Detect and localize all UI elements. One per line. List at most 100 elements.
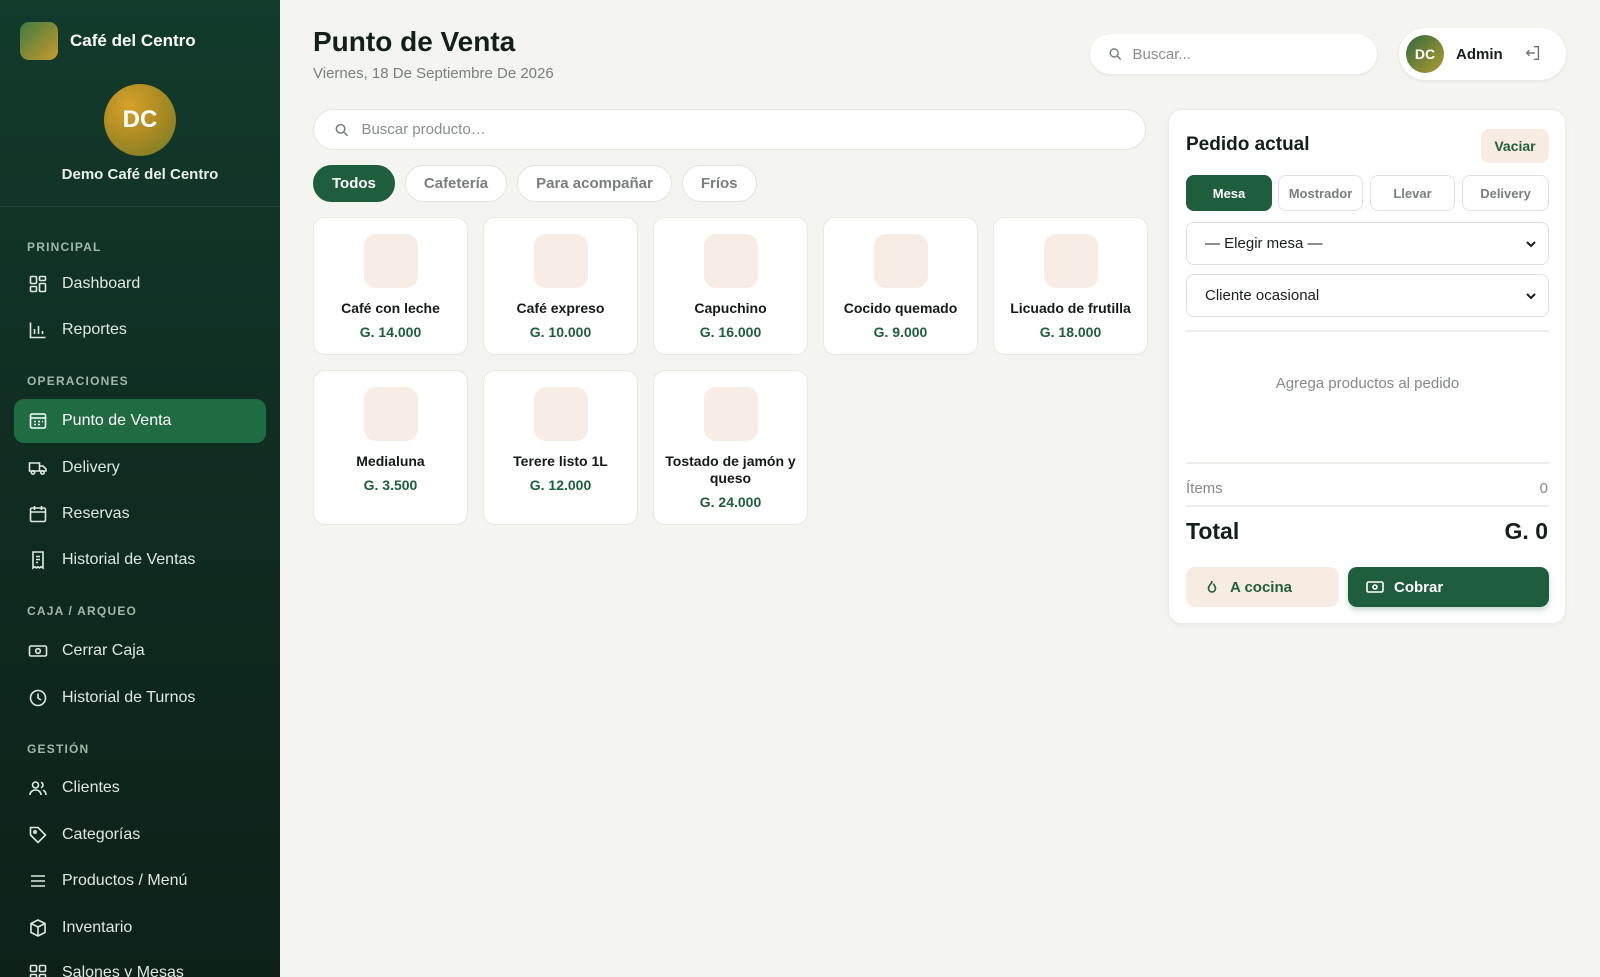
category-chip-todos[interactable]: Todos [313, 165, 395, 202]
product-thumbnail [1043, 234, 1098, 288]
sidebar-item-cerrar-caja[interactable]: Cerrar Caja [14, 629, 266, 673]
client-select[interactable]: Cliente ocasional [1186, 274, 1549, 317]
search-icon [335, 123, 349, 136]
sidebar-item-salones[interactable]: Salones y Mesas [14, 951, 266, 977]
search-icon [1109, 48, 1122, 60]
pay-label: Cobrar [1394, 578, 1444, 596]
sidebar-item-historial-turnos[interactable]: Historial de Turnos [14, 676, 266, 720]
product-search[interactable] [313, 109, 1146, 150]
order-type-mesa[interactable]: Mesa [1186, 175, 1272, 211]
product-price: G. 18.000 [1039, 324, 1102, 340]
product-card[interactable]: Café expreso G. 10.000 [483, 217, 638, 355]
product-price: G. 12.000 [529, 477, 592, 493]
calendar-icon [29, 506, 47, 523]
total-value: G. 0 [1504, 518, 1548, 544]
product-name: Cocido quemado [843, 300, 958, 316]
sidebar-item-label: Delivery [62, 459, 120, 476]
product-search-input[interactable] [361, 121, 1145, 138]
clear-order-button[interactable]: Vaciar [1481, 129, 1549, 163]
sidebar-item-reportes[interactable]: Reportes [14, 308, 266, 352]
sidebar-item-label: Reservas [62, 505, 130, 522]
order-type-llevar[interactable]: Llevar [1370, 175, 1455, 211]
product-card[interactable]: Terere listo 1L G. 12.000 [483, 370, 638, 525]
sidebar-item-clientes[interactable]: Clientes [14, 766, 266, 810]
order-panel: Pedido actual Vaciar Mesa Mostrador Llev… [1168, 109, 1566, 624]
order-type-delivery[interactable]: Delivery [1462, 175, 1549, 211]
pos-icon [29, 413, 47, 429]
product-price: G. 10.000 [529, 324, 592, 340]
category-chip-frios[interactable]: Fríos [681, 165, 757, 202]
sidebar-item-dashboard[interactable]: Dashboard [14, 262, 266, 306]
sidebar-item-historial-ventas[interactable]: Historial de Ventas [14, 538, 266, 582]
send-to-kitchen-label: A cocina [1230, 578, 1292, 596]
product-price: G. 16.000 [699, 324, 762, 340]
product-thumbnail [873, 234, 928, 288]
sidebar-divider [0, 206, 280, 207]
menu-icon [31, 875, 45, 887]
product-card[interactable]: Café con leche G. 14.000 [313, 217, 468, 355]
product-card[interactable]: Capuchino G. 16.000 [653, 217, 808, 355]
sidebar-item-punto-de-venta[interactable]: Punto de Venta [14, 399, 266, 443]
divider [1186, 505, 1549, 507]
product-thumbnail [703, 234, 758, 288]
sidebar-item-inventario[interactable]: Inventario [14, 906, 266, 950]
chevron-down-icon [1526, 240, 1536, 247]
category-chip-cafeteria[interactable]: Cafetería [404, 165, 508, 202]
user-menu[interactable]: DC Admin [1399, 28, 1566, 80]
brand-name: Café del Centro [70, 31, 196, 50]
brand-logo [20, 22, 58, 60]
category-filters: Todos Cafetería Para acompañar Fríos [313, 165, 757, 202]
chevron-down-icon [1526, 292, 1536, 299]
product-price: G. 14.000 [359, 324, 422, 340]
sidebar-item-reservas[interactable]: Reservas [14, 492, 266, 536]
client-select-value: Cliente ocasional [1205, 287, 1320, 304]
sidebar-item-label: Cerrar Caja [62, 642, 145, 659]
product-thumbnail [533, 387, 588, 441]
sidebar-item-categorias[interactable]: Categorías [14, 813, 266, 857]
sidebar-item-label: Historial de Turnos [62, 689, 196, 706]
product-thumbnail [363, 234, 418, 288]
sidebar-item-label: Salones y Mesas [62, 964, 184, 977]
cash-icon [28, 645, 48, 657]
receipt-icon [32, 551, 44, 570]
product-name: Terere listo 1L [513, 453, 608, 469]
logout-icon[interactable] [1524, 44, 1542, 62]
product-price: G. 24.000 [699, 494, 762, 510]
sidebar: Café del Centro DC Demo Café del Centro … [0, 0, 280, 977]
divider [1186, 462, 1549, 464]
sidebar-item-label: Productos / Menú [62, 872, 188, 889]
product-price: G. 3.500 [363, 477, 418, 493]
product-card[interactable]: Cocido quemado G. 9.000 [823, 217, 978, 355]
clock-icon [29, 689, 47, 707]
sidebar-item-label: Punto de Venta [62, 412, 172, 429]
global-search-input[interactable] [1132, 45, 1377, 63]
product-thumbnail [533, 234, 588, 288]
category-chip-para-acompanar[interactable]: Para acompañar [517, 165, 672, 202]
cash-icon [1366, 581, 1384, 593]
product-name: Capuchino [694, 300, 767, 316]
page-title: Punto de Venta [313, 26, 516, 57]
sidebar-item-productos[interactable]: Productos / Menú [14, 859, 266, 903]
brand[interactable]: Café del Centro [20, 22, 196, 60]
profile-name: Demo Café del Centro [61, 166, 219, 183]
total-label: Total [1186, 518, 1240, 544]
sidebar-item-label: Reportes [62, 321, 127, 338]
sidebar-item-label: Dashboard [62, 275, 141, 292]
product-card[interactable]: Medialuna G. 3.500 [313, 370, 468, 525]
product-name: Café con leche [341, 300, 440, 316]
global-search[interactable] [1090, 34, 1377, 74]
nav-section-principal: PRINCIPAL [27, 240, 102, 254]
product-card[interactable]: Tostado de jamón y queso G. 24.000 [653, 370, 808, 525]
table-select[interactable]: — Elegir mesa — [1186, 222, 1549, 265]
sidebar-item-delivery[interactable]: Delivery [14, 446, 266, 490]
pay-button[interactable]: Cobrar [1348, 567, 1549, 607]
bar-chart-icon [29, 322, 46, 339]
order-type-mostrador[interactable]: Mostrador [1278, 175, 1363, 211]
user-name: Admin [1456, 45, 1503, 63]
product-card[interactable]: Licuado de frutilla G. 18.000 [993, 217, 1148, 355]
send-to-kitchen-button[interactable]: A cocina [1186, 567, 1339, 607]
sidebar-item-label: Categorías [62, 826, 141, 843]
box-icon [30, 919, 46, 937]
product-thumbnail [363, 387, 418, 441]
nav-section-caja: CAJA / ARQUEO [27, 604, 138, 618]
